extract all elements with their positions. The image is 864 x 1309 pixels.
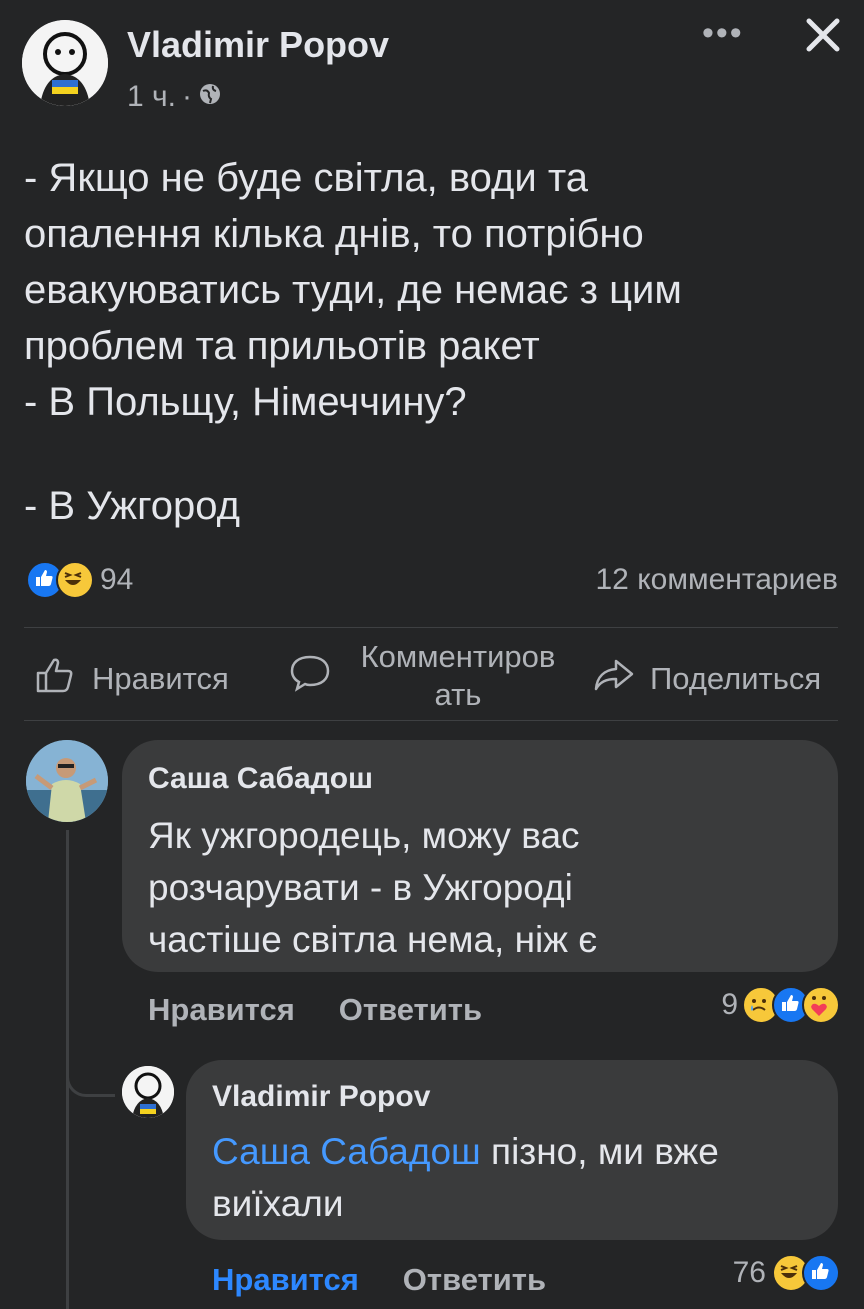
reply-author[interactable]: Vladimir Popov	[212, 1080, 430, 1114]
post-author-name[interactable]: Vladimir Popov	[127, 24, 389, 66]
comment-author[interactable]: Саша Сабадош	[148, 762, 373, 796]
like-reaction-icon	[802, 1254, 840, 1292]
post-time[interactable]: 1 ч.	[127, 80, 176, 114]
divider	[24, 720, 838, 721]
comment-label-line: ать	[434, 677, 482, 712]
globe-icon	[198, 80, 222, 114]
comment-label-line: Комментиров	[360, 639, 556, 674]
post-line: - В Ужгород	[24, 484, 240, 528]
speech-bubble-icon	[288, 652, 332, 700]
comment-text: Як ужгородець, можу вас розчарувати - в …	[148, 810, 818, 966]
comment-bubble: Саша Сабадош Як ужгородець, можу вас роз…	[122, 740, 838, 972]
reactions-summary[interactable]: 94	[26, 560, 133, 600]
reply-line: Саша Сабадош пізно, ми вже	[212, 1126, 822, 1178]
share-button[interactable]: Поделиться	[592, 655, 821, 703]
reply-line: виїхали	[212, 1183, 344, 1224]
comment-reactions[interactable]: 9	[721, 986, 840, 1024]
comment-line: Як ужгородець, можу вас	[148, 815, 580, 856]
reply-reply-button[interactable]: Ответить	[403, 1262, 546, 1298]
share-label: Поделиться	[650, 661, 822, 696]
post-line: - Якщо не буде світла, води та	[24, 156, 588, 200]
comment-line: частіше світла нема, ніж є	[148, 919, 598, 960]
divider	[24, 627, 838, 628]
reply-text-part: пізно, ми вже	[480, 1131, 719, 1172]
like-label: Нравится	[92, 661, 229, 696]
mention-link[interactable]: Саша Сабадош	[212, 1131, 481, 1172]
post-line: евакуюватись туди, де немає з цим	[24, 268, 682, 312]
meta-separator: ·	[181, 80, 192, 113]
share-arrow-icon	[592, 655, 636, 703]
comment-reaction-count: 9	[721, 988, 738, 1021]
close-icon[interactable]	[798, 10, 848, 60]
post-meta: 1 ч. ·	[127, 80, 222, 114]
post-body: - Якщо не буде світла, води та опалення …	[24, 150, 844, 534]
author-avatar[interactable]	[22, 20, 108, 106]
reply-author-avatar[interactable]	[122, 1066, 174, 1118]
comment-reply-button[interactable]: Ответить	[339, 992, 482, 1028]
reply-bubble: Vladimir Popov Саша Сабадош пізно, ми вж…	[186, 1060, 838, 1240]
reactions-count: 94	[100, 563, 134, 596]
post-line: опалення кілька днів, то потрібно	[24, 212, 644, 256]
thumbs-up-icon	[34, 655, 78, 703]
comments-count[interactable]: 12 комментариев	[595, 563, 838, 597]
care-reaction-icon	[802, 986, 840, 1024]
reply-text: Саша Сабадош пізно, ми вже виїхали	[212, 1126, 822, 1230]
post-line: - В Польщу, Німеччину?	[24, 380, 467, 424]
comment-label: Комментиров ать	[340, 638, 576, 714]
comment-actions: Нравится Ответить	[148, 992, 482, 1028]
haha-reaction-icon	[56, 561, 94, 599]
like-button[interactable]: Нравится	[34, 655, 229, 703]
post-line: проблем та прильотів ракет	[24, 324, 540, 368]
more-dots-icon[interactable]: •••	[702, 14, 744, 53]
reply-reactions[interactable]: 76	[733, 1254, 840, 1292]
comment-like-button[interactable]: Нравится	[148, 992, 295, 1028]
reply-reaction-count: 76	[732, 1256, 766, 1289]
comment-button[interactable]: Комментиров ать	[288, 638, 576, 714]
commenter-avatar[interactable]	[26, 740, 108, 822]
reply-connector	[66, 1040, 115, 1097]
comment-line: розчарувати - в Ужгороді	[148, 867, 573, 908]
reply-like-button[interactable]: Нравится	[212, 1262, 359, 1298]
reply-actions: Нравится Ответить	[212, 1262, 546, 1298]
